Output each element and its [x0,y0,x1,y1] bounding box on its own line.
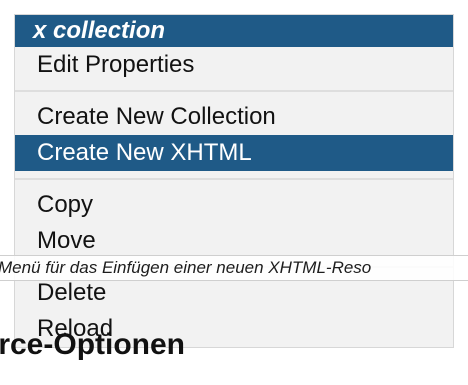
figure-caption-text: Menü für das Einfügen einer neuen XHTML-… [0,258,372,277]
context-menu: x collection Edit Properties Create New … [14,14,454,348]
section-title: urce-Optionen [0,328,186,361]
menu-item-create-new-xhtml[interactable]: Create New XHTML [15,135,453,171]
menu-separator [15,83,453,99]
menu-item-move[interactable]: Move [15,223,453,259]
menu-item-copy[interactable]: Copy [15,187,453,223]
menu-item-create-new-collection[interactable]: Create New Collection [15,99,453,135]
menu-title: x collection [15,15,453,47]
menu-separator [15,171,453,187]
figure-caption: Menü für das Einfügen einer neuen XHTML-… [0,255,468,281]
menu-item-edit-properties[interactable]: Edit Properties [15,47,453,83]
